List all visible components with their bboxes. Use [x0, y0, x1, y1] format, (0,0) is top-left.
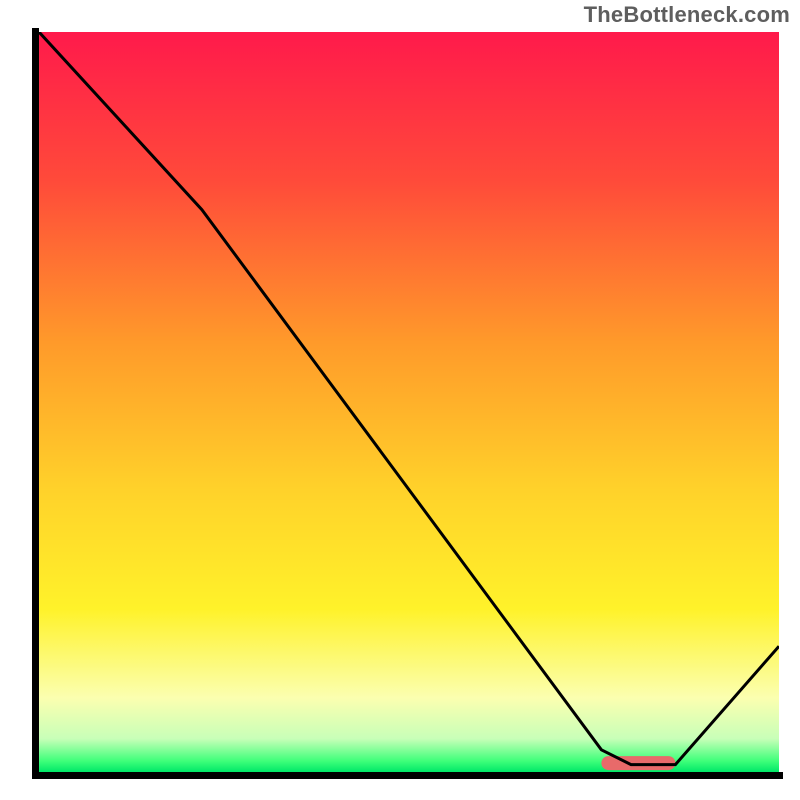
gradient-background — [39, 32, 779, 772]
plot-area — [32, 28, 772, 768]
bottleneck-chart — [32, 28, 783, 779]
attribution-label: TheBottleneck.com — [584, 2, 790, 28]
chart-frame: TheBottleneck.com — [0, 0, 800, 800]
